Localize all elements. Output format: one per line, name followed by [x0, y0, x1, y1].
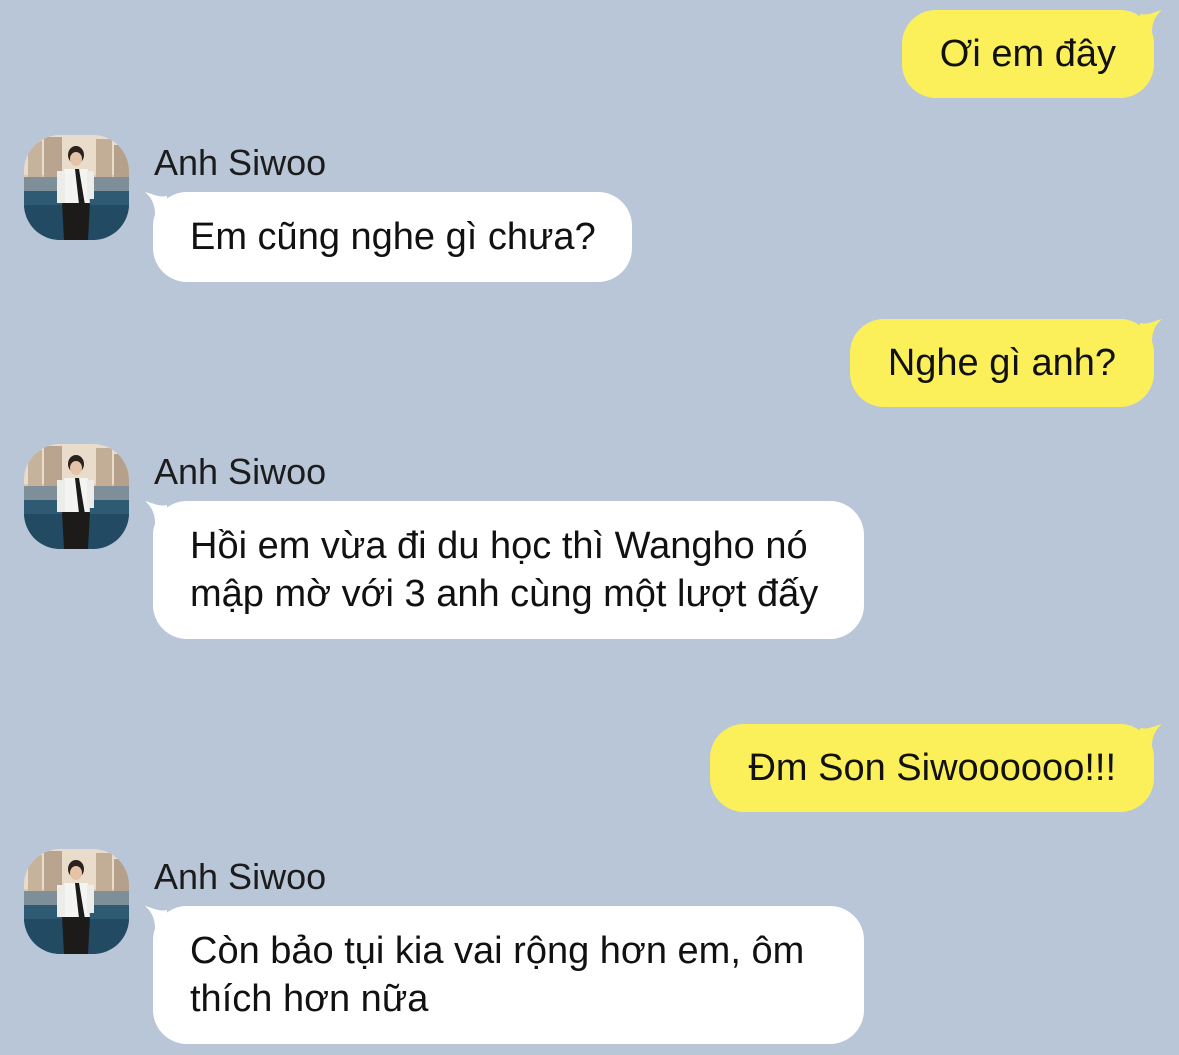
bubble-tail-icon	[145, 501, 167, 523]
outgoing-message-bubble[interactable]: Nghe gì anh?	[849, 319, 1154, 407]
bubble-tail-icon	[145, 192, 167, 214]
avatar[interactable]	[24, 444, 129, 549]
person-avatar-icon	[24, 444, 129, 549]
avatar[interactable]	[24, 135, 129, 240]
outgoing-message-bubble[interactable]: Ơi em đây	[901, 10, 1154, 98]
message-text: Em cũng nghe gì chưa?	[190, 216, 596, 258]
bubble-tail-icon	[145, 906, 167, 928]
outgoing-message-bubble[interactable]: Đm Son Siwoooooo!!!	[710, 724, 1154, 812]
sender-name: Anh Siwoo	[154, 856, 327, 897]
message-text: Hồi em vừa đi du học thì Wangho nó mập m…	[190, 525, 819, 615]
message-text: Còn bảo tụi kia vai rộng hơn em, ôm thíc…	[190, 930, 805, 1020]
person-avatar-icon	[24, 849, 129, 954]
bubble-tail-icon	[1140, 10, 1162, 32]
incoming-message-bubble[interactable]: Còn bảo tụi kia vai rộng hơn em, ôm thíc…	[153, 906, 864, 1044]
chat-thread[interactable]: Ơi em đây Anh Siwoo Em cũng nghe gì chưa…	[0, 0, 1179, 1055]
incoming-message-bubble[interactable]: Hồi em vừa đi du học thì Wangho nó mập m…	[153, 501, 864, 639]
avatar[interactable]	[24, 849, 129, 954]
sender-name: Anh Siwoo	[154, 142, 327, 183]
message-text: Ơi em đây	[939, 33, 1116, 75]
bubble-tail-icon	[1140, 724, 1162, 746]
incoming-message-bubble[interactable]: Em cũng nghe gì chưa?	[153, 192, 632, 282]
bubble-tail-icon	[1140, 319, 1162, 341]
message-text: Đm Son Siwoooooo!!!	[748, 747, 1116, 789]
sender-name: Anh Siwoo	[154, 451, 327, 492]
message-text: Nghe gì anh?	[887, 342, 1116, 384]
person-avatar-icon	[24, 135, 129, 240]
